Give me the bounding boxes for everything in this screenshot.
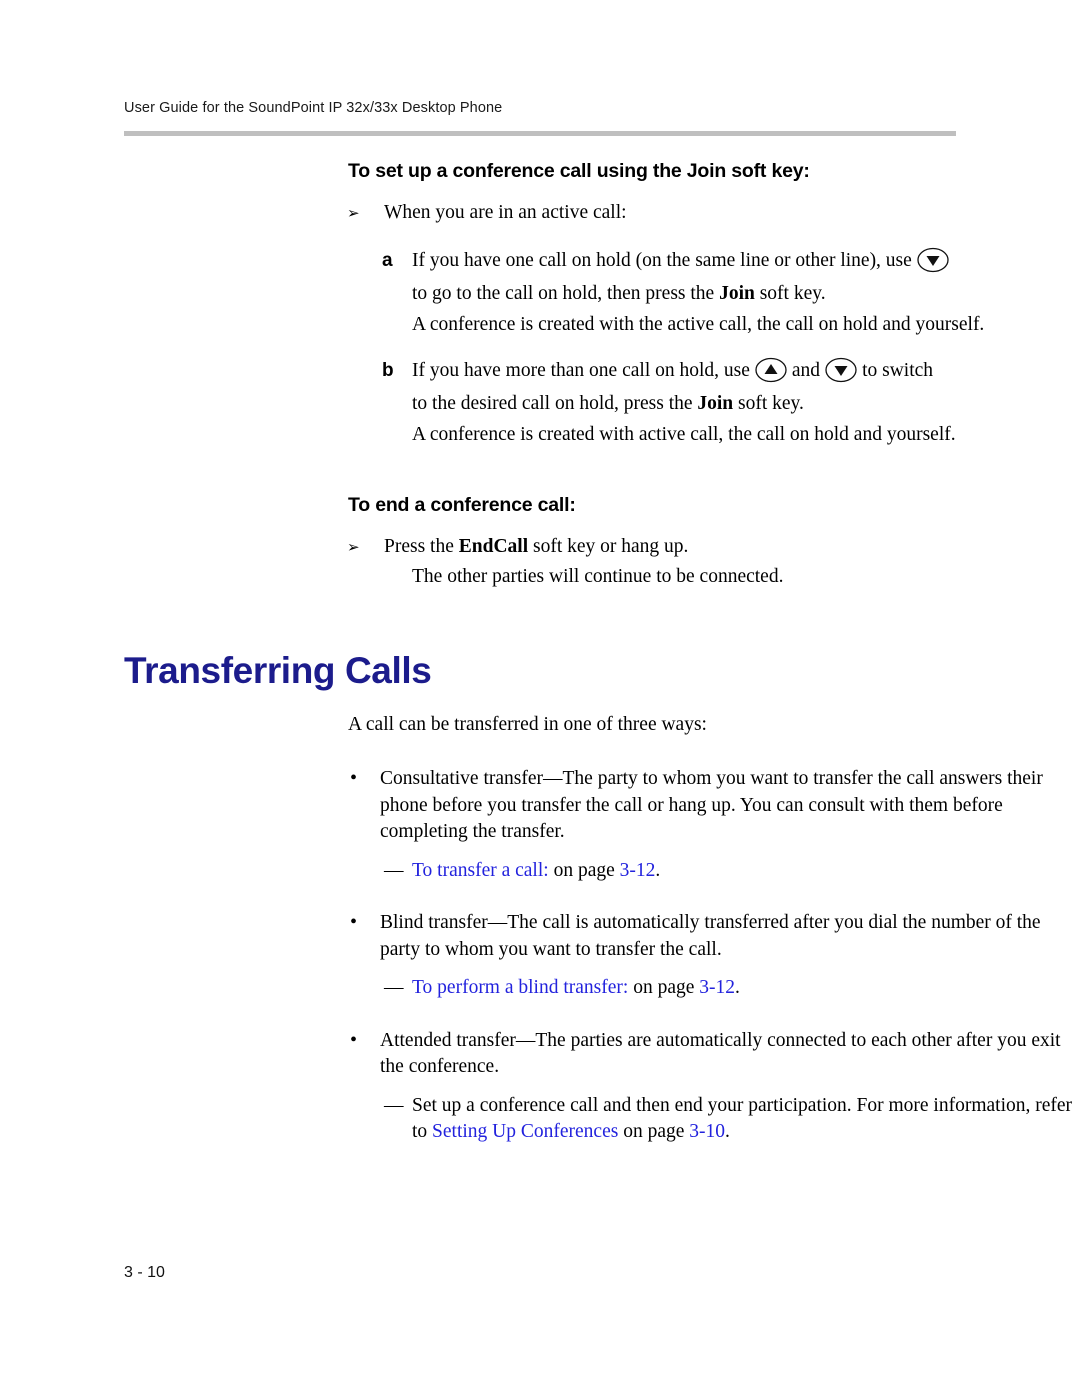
cross-reference-item: — To perform a blind transfer: on page 3-… bbox=[0, 975, 1080, 1002]
header-divider-rule bbox=[124, 131, 956, 136]
endcall-soft-key-label: EndCall bbox=[458, 536, 529, 557]
step-a-letter: a bbox=[382, 250, 393, 271]
step-b-line2: to the desired call on hold, press the J… bbox=[412, 393, 804, 414]
cross-reference-item: — Set up a conference call and then end y… bbox=[384, 1094, 1073, 1143]
dot-bullet-icon: • bbox=[350, 1028, 358, 1051]
dash-bullet-icon: — bbox=[384, 1094, 404, 1116]
arrow-down-key-icon bbox=[824, 357, 858, 383]
dot-bullet-icon: • bbox=[350, 911, 358, 933]
arrow-up-key-icon bbox=[754, 357, 788, 383]
link-to-perform-blind-transfer[interactable]: To perform a blind transfer: bbox=[412, 977, 628, 998]
link-to-transfer-a-call[interactable]: To transfer a call: bbox=[412, 860, 549, 881]
step-a: a If you have one call on hold (on the s… bbox=[0, 244, 1080, 310]
end-conference-result: The other parties will continue to be co… bbox=[412, 566, 784, 587]
arrow-bullet-icon: ➢ bbox=[347, 538, 360, 556]
arrow-bullet-icon: ➢ bbox=[347, 204, 360, 222]
step-b-letter: b bbox=[382, 360, 394, 381]
step-b-line1: If you have more than one call on hold, … bbox=[412, 360, 750, 381]
link-to-setting-up-conferences[interactable]: Setting Up Conferences bbox=[432, 1121, 618, 1142]
page-reference[interactable]: 3-10 bbox=[689, 1121, 725, 1142]
page-number: 3 - 10 bbox=[124, 1264, 165, 1281]
join-soft-key-label: Join bbox=[697, 393, 734, 414]
step-b: b If you have more than one call on hold… bbox=[0, 354, 1080, 420]
page-reference[interactable]: 3-12 bbox=[620, 860, 656, 881]
blind-transfer-text: Blind transfer—The call is automatically… bbox=[380, 912, 1041, 960]
transfer-intro-text: A call can be transferred in one of thre… bbox=[348, 714, 707, 735]
dash-bullet-icon: — bbox=[384, 977, 404, 998]
step-a-result: A conference is created with the active … bbox=[412, 314, 985, 335]
arrow-down-key-icon bbox=[916, 247, 950, 273]
procedure-intro-active-call: ➢ When you are in an active call: bbox=[0, 199, 1080, 226]
consultative-transfer-text: Consultative transfer—The party to whom … bbox=[380, 768, 1043, 842]
step-a-line2: to go to the call on hold, then press th… bbox=[412, 283, 826, 304]
dot-bullet-icon: • bbox=[350, 767, 358, 789]
procedure-heading-end-conference: To end a conference call: bbox=[348, 494, 576, 516]
running-header-title: User Guide for the SoundPoint IP 32x/33x… bbox=[124, 100, 503, 116]
attended-transfer-text: Attended transfer—The parties are automa… bbox=[380, 1029, 1061, 1078]
page-title: Transferring Calls bbox=[124, 650, 432, 691]
step-a-line1: If you have one call on hold (on the sam… bbox=[412, 250, 912, 271]
step-b-line1-tail: to switch bbox=[862, 360, 934, 381]
page-reference[interactable]: 3-12 bbox=[699, 977, 735, 998]
list-item: • Consultative transfer—The party to who… bbox=[0, 766, 1080, 846]
step-b-conjunction: and bbox=[791, 360, 821, 381]
step-b-result: A conference is created with active call… bbox=[412, 424, 956, 445]
procedure-heading-join-soft-key: To set up a conference call using the Jo… bbox=[348, 160, 810, 182]
cross-reference-item: — To transfer a call: on page 3-12. bbox=[0, 858, 1080, 885]
end-conference-step: ➢ Press the EndCall soft key or hang up. bbox=[0, 533, 1080, 560]
document-page: User Guide for the SoundPoint IP 32x/33x… bbox=[0, 0, 1080, 1397]
join-soft-key-label: Join bbox=[719, 283, 755, 304]
page-content: To set up a conference call using the Jo… bbox=[0, 160, 1080, 1146]
procedure-intro-text: When you are in an active call: bbox=[384, 202, 627, 223]
list-item: • Attended transfer—The parties are auto… bbox=[0, 1028, 1080, 1081]
list-item: • Blind transfer—The call is automatical… bbox=[0, 910, 1080, 963]
dash-bullet-icon: — bbox=[384, 859, 404, 881]
